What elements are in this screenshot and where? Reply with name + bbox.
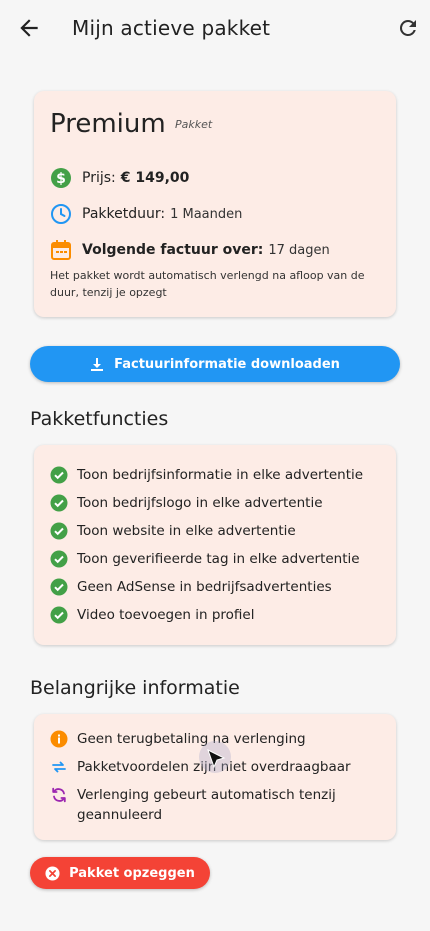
arrow-left-icon[interactable] [16, 15, 42, 41]
sync-icon [52, 787, 66, 803]
refresh-icon[interactable] [396, 16, 420, 40]
list-item: Verlenging gebeurt automatisch tenzij ge… [50, 785, 357, 825]
check-circle-icon [50, 494, 68, 512]
svg-text:$: $ [56, 171, 66, 187]
list-item: Toon geverifieerde tag in elke advertent… [50, 550, 360, 568]
close-circle-icon [45, 865, 60, 881]
plan-note: Het pakket wordt automatisch verlengd na… [50, 269, 365, 299]
check-circle-icon [50, 578, 68, 596]
plan-tag: Pakket [175, 118, 213, 131]
next-invoice-value: 17 dagen [268, 242, 330, 258]
feature-label: Toon website in elke advertentie [77, 523, 296, 539]
price-row: $ Prijs: € 149,00 [50, 167, 189, 189]
cancel-plan-label: Pakket opzeggen [69, 865, 195, 881]
next-invoice-label: Volgende factuur over: [82, 242, 264, 258]
important-title: Belangrijke informatie [30, 677, 240, 699]
download-invoice-label: Factuurinformatie downloaden [114, 356, 340, 372]
info-label: Verlenging gebeurt automatisch tenzij ge… [77, 787, 336, 823]
check-circle-icon [50, 522, 68, 540]
feature-label: Geen AdSense in bedrijfsadvertenties [77, 579, 332, 595]
dollar-circle-icon: $ [50, 167, 72, 189]
features-title: Pakketfuncties [30, 408, 169, 430]
list-item: Toon website in elke advertentie [50, 522, 296, 540]
calendar-icon [50, 239, 72, 261]
info-icon [50, 730, 68, 748]
feature-label: Toon bedrijfslogo in elke advertentie [77, 495, 323, 511]
plan-name: Premium [50, 109, 166, 139]
duration-row: Pakketduur: 1 Maanden [50, 203, 242, 225]
feature-label: Toon geverifieerde tag in elke advertent… [77, 551, 360, 567]
duration-value: 1 Maanden [170, 206, 243, 222]
next-invoice-row: Volgende factuur over: 17 dagen [50, 239, 330, 261]
download-icon [91, 358, 104, 371]
check-circle-icon [50, 466, 68, 484]
swap-horizontal-icon [52, 761, 66, 773]
check-circle-icon [50, 606, 68, 624]
cancel-plan-button[interactable]: Pakket opzeggen [30, 857, 210, 889]
list-item: Geen AdSense in bedrijfsadvertenties [50, 578, 332, 596]
important-card: Geen terugbetaling na verlenging Pakketv… [34, 714, 396, 840]
plan-card: Premium Pakket $ Prijs: € 149,00 Pakketd… [34, 91, 396, 317]
list-item: Toon bedrijfsinformatie in elke adverten… [50, 466, 363, 484]
list-item: Toon bedrijfslogo in elke advertentie [50, 494, 323, 512]
duration-label: Pakketduur: [82, 206, 166, 222]
feature-label: Video toevoegen in profiel [77, 607, 255, 623]
feature-label: Toon bedrijfsinformatie in elke adverten… [77, 467, 364, 483]
features-card: Toon bedrijfsinformatie in elke adverten… [34, 445, 396, 645]
app-bar: Mijn actieve pakket [0, 0, 430, 58]
mouse-pointer-icon [207, 748, 226, 769]
download-invoice-button[interactable]: Factuurinformatie downloaden [30, 346, 400, 382]
check-circle-icon [50, 550, 68, 568]
list-item: Video toevoegen in profiel [50, 606, 255, 624]
price-label: Prijs: [82, 170, 116, 186]
price-value: € 149,00 [120, 170, 190, 186]
page-title: Mijn actieve pakket [72, 16, 271, 40]
clock-icon [50, 203, 72, 225]
